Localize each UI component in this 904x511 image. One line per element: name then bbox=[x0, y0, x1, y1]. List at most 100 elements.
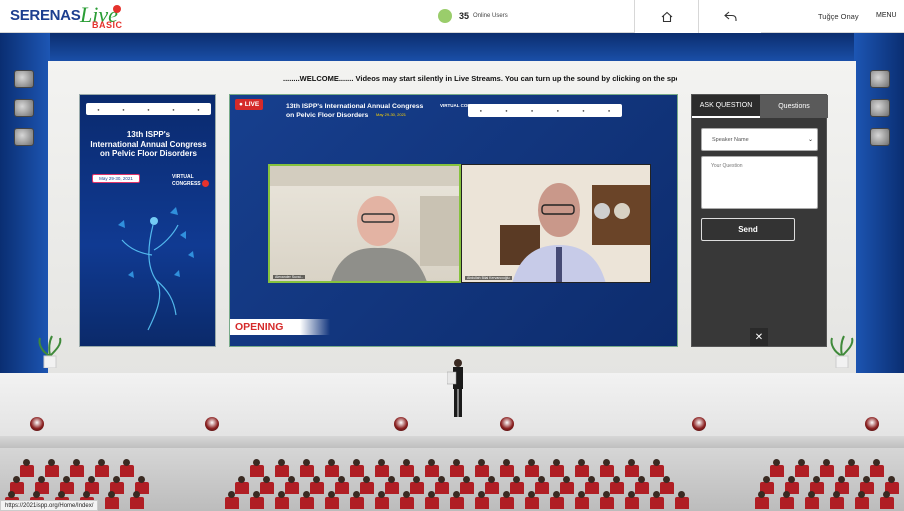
audience-avatar bbox=[123, 459, 130, 466]
audience-seat bbox=[500, 465, 514, 477]
audience-avatar bbox=[253, 459, 260, 466]
close-panel-button[interactable]: ✕ bbox=[750, 328, 768, 346]
audience-seat bbox=[235, 482, 249, 494]
audience-avatar bbox=[378, 459, 385, 466]
audience-seat bbox=[475, 465, 489, 477]
audience-seat bbox=[250, 465, 264, 477]
audience-avatar bbox=[58, 491, 65, 498]
video-tile-speaker-1[interactable]: Alexander Suvai... bbox=[268, 164, 461, 283]
audience-avatar bbox=[48, 459, 55, 466]
speaker-name-select[interactable]: Speaker Name ⌄ bbox=[701, 128, 818, 151]
stage-light-icon bbox=[500, 417, 514, 431]
user-name[interactable]: Tuğçe Onay bbox=[818, 12, 859, 21]
send-button[interactable]: Send bbox=[701, 218, 795, 241]
audience-seat bbox=[650, 465, 664, 477]
audience-avatar bbox=[253, 491, 260, 498]
tab-ask-question[interactable]: ASK QUESTION bbox=[692, 95, 760, 118]
audience-seat bbox=[425, 465, 439, 477]
audience-avatar bbox=[303, 459, 310, 466]
reply-arrow-icon bbox=[723, 11, 737, 21]
audience-avatar bbox=[628, 491, 635, 498]
back-button[interactable] bbox=[698, 0, 761, 33]
audience-seat bbox=[425, 497, 439, 509]
wall-speaker-icon bbox=[14, 99, 34, 117]
sponsor-logo-icon: ● bbox=[582, 108, 585, 113]
audience-avatar bbox=[73, 459, 80, 466]
audience-seat bbox=[585, 482, 599, 494]
plant-right-icon bbox=[830, 335, 854, 368]
audience-seat bbox=[45, 465, 59, 477]
status-bar-url: https://2021ispp.org/Home/Index/ bbox=[0, 500, 99, 511]
audience-avatar bbox=[313, 476, 320, 483]
presenter-avatar bbox=[447, 359, 463, 417]
audience-avatar bbox=[653, 491, 660, 498]
audience-seat bbox=[550, 465, 564, 477]
ceiling bbox=[0, 33, 904, 61]
audience-avatar bbox=[278, 491, 285, 498]
audience-seat bbox=[795, 465, 809, 477]
menu-button[interactable]: MENU bbox=[876, 12, 897, 19]
audience-avatar bbox=[363, 476, 370, 483]
audience-avatar bbox=[328, 491, 335, 498]
audience-avatar bbox=[8, 491, 15, 498]
audience-seat bbox=[410, 482, 424, 494]
ask-question-panel: ASK QUESTION Questions Speaker Name ⌄ Yo… bbox=[691, 94, 828, 347]
audience-avatar bbox=[453, 459, 460, 466]
audience-seat bbox=[635, 482, 649, 494]
audience-avatar bbox=[133, 491, 140, 498]
audience-avatar bbox=[833, 491, 840, 498]
audience-seat bbox=[325, 465, 339, 477]
audience-seat bbox=[500, 497, 514, 509]
audience-avatar bbox=[858, 491, 865, 498]
video-tile-speaker-2[interactable]: Abdullah Bilal Kervancıoğlu bbox=[461, 164, 651, 283]
audience-avatar bbox=[263, 476, 270, 483]
audience-avatar bbox=[788, 476, 795, 483]
audience-avatar bbox=[338, 476, 345, 483]
audience-avatar bbox=[763, 476, 770, 483]
audience-avatar bbox=[288, 476, 295, 483]
audience-seat bbox=[575, 465, 589, 477]
audience-seat bbox=[250, 497, 264, 509]
audience-seat bbox=[385, 482, 399, 494]
serenas-live-logo[interactable]: SERENAS Live BASIC bbox=[10, 2, 125, 31]
audience-avatar bbox=[603, 459, 610, 466]
audience-seat bbox=[400, 497, 414, 509]
poster-virtual-label: VIRTUAL CONGRESS bbox=[172, 174, 215, 187]
sponsor-logo-icon: ● bbox=[505, 108, 508, 113]
audience-avatar bbox=[873, 459, 880, 466]
audience-avatar bbox=[653, 459, 660, 466]
online-users-indicator: 35 Online Users bbox=[438, 8, 508, 24]
audience-avatar bbox=[553, 491, 560, 498]
audience-avatar bbox=[113, 476, 120, 483]
tab-questions[interactable]: Questions bbox=[760, 95, 828, 118]
home-button[interactable] bbox=[634, 0, 698, 33]
audience-seat bbox=[625, 497, 639, 509]
audience-seat bbox=[105, 497, 119, 509]
home-icon bbox=[661, 11, 672, 22]
audience-avatar bbox=[413, 476, 420, 483]
audience-avatar bbox=[88, 476, 95, 483]
audience-seat bbox=[830, 497, 844, 509]
live-stream-screen[interactable]: ● LIVE 13th ISPP's International Annual … bbox=[229, 94, 678, 347]
audience-avatar bbox=[528, 459, 535, 466]
audience-seat bbox=[525, 497, 539, 509]
audience-seat bbox=[510, 482, 524, 494]
sponsor-logo-icon: ● bbox=[607, 108, 611, 113]
audience-seat bbox=[675, 497, 689, 509]
speaker-1-video bbox=[270, 166, 459, 281]
online-label: Online Users bbox=[473, 13, 508, 19]
welcome-marquee: ........WELCOME....... Videos may start … bbox=[283, 74, 677, 83]
audience-avatar bbox=[63, 476, 70, 483]
audience-seat bbox=[275, 465, 289, 477]
video-2-name: Abdullah Bilal Kervancıoğlu bbox=[465, 276, 512, 280]
audience-seat bbox=[70, 465, 84, 477]
question-textarea[interactable]: Your Question bbox=[701, 156, 818, 209]
audience-seat bbox=[820, 465, 834, 477]
top-header: SERENAS Live BASIC 35 Online Users Tuğçe… bbox=[0, 0, 904, 33]
speaker-2-video bbox=[462, 165, 650, 282]
poster-title-line: International Annual Congress bbox=[90, 139, 207, 149]
audience-avatar bbox=[478, 491, 485, 498]
stage-edge bbox=[0, 436, 904, 448]
audience-avatar bbox=[403, 491, 410, 498]
audience-avatar bbox=[13, 476, 20, 483]
